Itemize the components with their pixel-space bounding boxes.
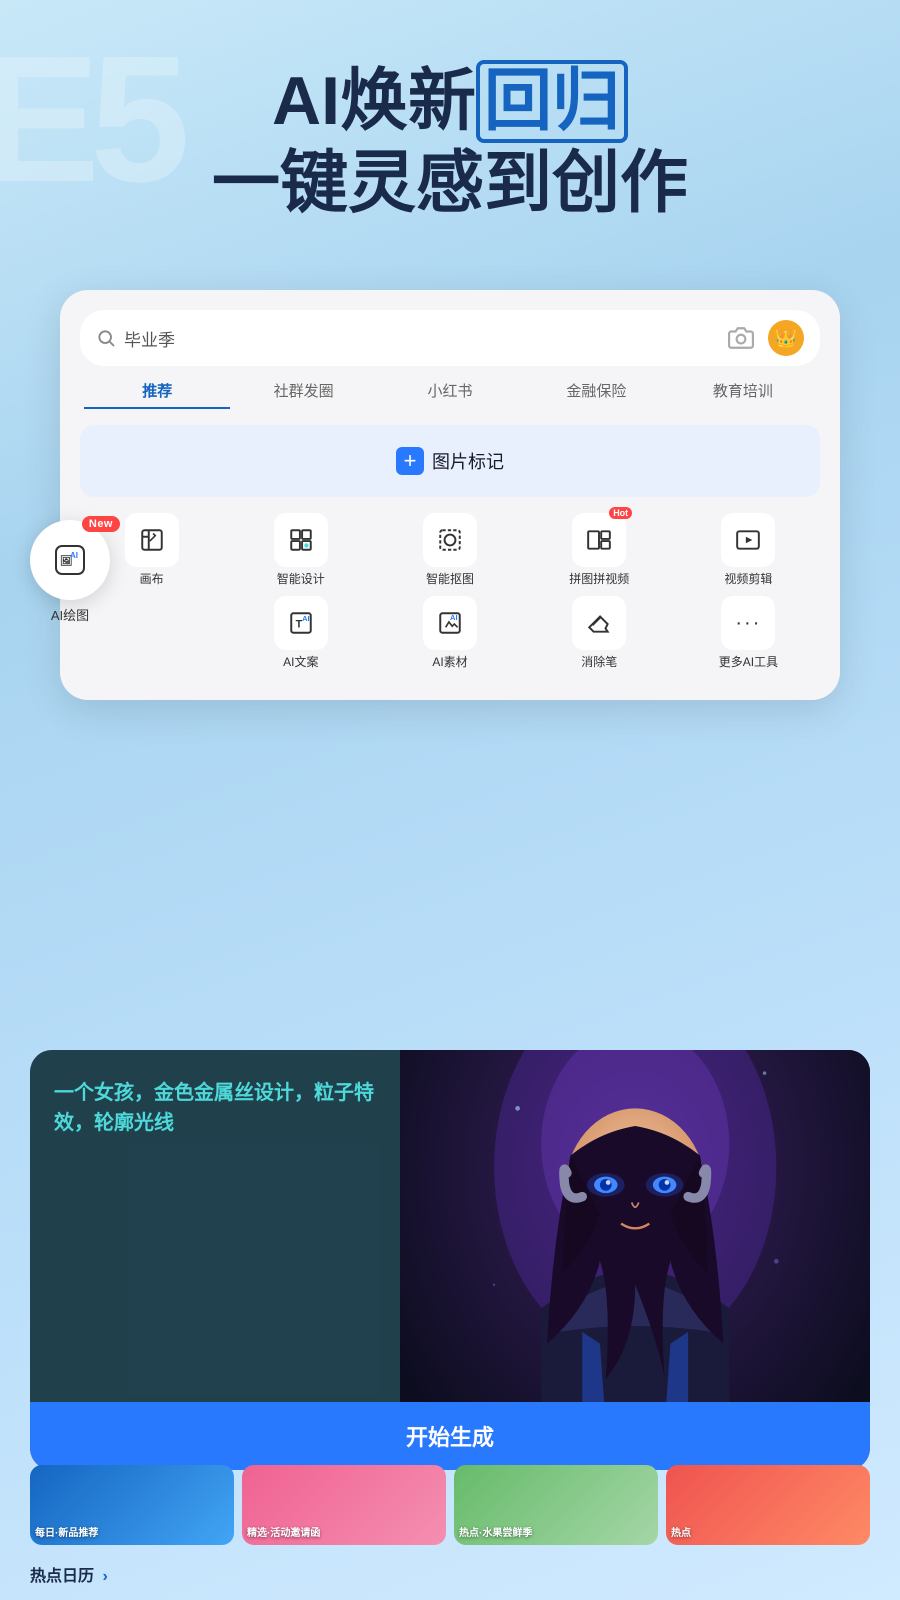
thumb-daily[interactable]: 每日·新品推荐 [30, 1465, 234, 1545]
tool-video-edit[interactable]: 视频剪辑 [677, 513, 820, 586]
tool-more-ai-icon: ··· [721, 596, 775, 650]
tab-social[interactable]: 社群发圈 [230, 380, 376, 409]
banner-plus-icon: + [396, 447, 424, 475]
hot-badge: Hot [609, 507, 632, 519]
tool-smart-cutout[interactable]: 智能抠图 [378, 513, 521, 586]
new-badge: New [82, 516, 120, 532]
tool-ai-material-icon: AI [423, 596, 477, 650]
tool-ai-text[interactable]: T AI AI文案 [229, 596, 372, 669]
app-card: 毕业季 👑 推荐 社群发圈 小红书 金融保险 教育培训 + 图片标记 [60, 290, 840, 700]
ai-draw-float[interactable]: 🖼 AI New AI绘图 [30, 520, 110, 624]
tab-recommend[interactable]: 推荐 [84, 380, 230, 409]
tool-smart-design[interactable]: 智能设计 [229, 513, 372, 586]
prompt-text: 一个女孩，金色金属丝设计，粒子特效，轮廓光线 [54, 1078, 380, 1138]
tool-ai-text-label: AI文案 [283, 655, 318, 669]
search-input[interactable]: 毕业季 [124, 326, 728, 351]
tool-ai-material-label: AI素材 [432, 655, 467, 669]
dark-card: 一个女孩，金色金属丝设计，粒子特效，轮廓光线 [30, 1050, 870, 1470]
hot-calendar-text: 热点日历 › [30, 1568, 108, 1585]
thumb-hot[interactable]: 热点 [666, 1465, 870, 1545]
tool-eraser[interactable]: 消除笔 [528, 596, 671, 669]
svg-text:AI: AI [70, 551, 78, 560]
tool-collage-video-icon: Hot [572, 513, 626, 567]
tool-eraser-label: 消除笔 [581, 655, 617, 669]
banner-text: 图片标记 [432, 448, 504, 474]
tabs-row: 推荐 社群发圈 小红书 金融保险 教育培训 [80, 380, 820, 409]
dark-card-right [400, 1050, 870, 1402]
hero-section: AI焕新回归 一键灵感到创作 [0, 60, 900, 224]
tool-more-ai[interactable]: ··· 更多AI工具 [677, 596, 820, 669]
tool-video-edit-label: 视频剪辑 [724, 572, 772, 586]
hero-highlight: 回归 [476, 60, 628, 143]
tool-smart-cutout-icon [423, 513, 477, 567]
hot-calendar-arrow: › [102, 1568, 107, 1585]
hot-calendar[interactable]: 热点日历 › [30, 1562, 108, 1586]
crown-icon: 👑 [775, 328, 797, 349]
tool-more-ai-label: 更多AI工具 [719, 655, 778, 669]
tool-video-edit-icon [721, 513, 775, 567]
thumb-event-label: 精选·活动邀请函 [247, 1527, 441, 1540]
thumb-daily-label: 每日·新品推荐 [35, 1527, 229, 1540]
tab-finance[interactable]: 金融保险 [523, 380, 669, 409]
ai-girl-svg [400, 1050, 870, 1402]
thumbnail-row: 每日·新品推荐 精选·活动邀请函 热点·水果尝鲜季 热点 [30, 1465, 870, 1545]
hero-title-line1: AI焕新回归 [0, 60, 900, 143]
dark-card-left: 一个女孩，金色金属丝设计，粒子特效，轮廓光线 [30, 1050, 400, 1402]
tool-smart-cutout-label: 智能抠图 [426, 572, 474, 586]
thumb-event[interactable]: 精选·活动邀请函 [242, 1465, 446, 1545]
tool-eraser-icon [572, 596, 626, 650]
tool-ai-text-icon: T AI [274, 596, 328, 650]
svg-text:AI: AI [302, 614, 310, 623]
search-icon [96, 328, 116, 348]
tool-smart-design-icon [274, 513, 328, 567]
camera-icon[interactable] [728, 325, 754, 351]
hero-title-line2: 一键灵感到创作 [0, 143, 900, 225]
thumb-fruit-label: 热点·水果尝鲜季 [459, 1527, 653, 1540]
tool-canvas-label: 画布 [140, 572, 164, 586]
search-bar[interactable]: 毕业季 👑 [80, 310, 820, 366]
tool-grid: 画布 智能设计 智能抠图 [80, 513, 820, 670]
tool-smart-design-label: 智能设计 [277, 572, 325, 586]
generate-button[interactable]: 开始生成 [30, 1402, 870, 1470]
ai-girl-image [400, 1050, 870, 1402]
tool-canvas-icon [125, 513, 179, 567]
banner-area[interactable]: + 图片标记 [80, 425, 820, 497]
crown-badge[interactable]: 👑 [768, 320, 804, 356]
tool-ai-material[interactable]: AI AI素材 [378, 596, 521, 669]
tab-education[interactable]: 教育培训 [670, 380, 816, 409]
dark-card-content: 一个女孩，金色金属丝设计，粒子特效，轮廓光线 [30, 1050, 870, 1402]
svg-text:AI: AI [450, 613, 458, 622]
tab-xiaohongshu[interactable]: 小红书 [377, 380, 523, 409]
thumb-hot-label: 热点 [671, 1527, 865, 1540]
tool-collage-label: 拼图拼视频 [569, 572, 629, 586]
tool-collage-video[interactable]: Hot 拼图拼视频 [528, 513, 671, 586]
ai-draw-label: AI绘图 [51, 605, 89, 624]
thumb-fruit[interactable]: 热点·水果尝鲜季 [454, 1465, 658, 1545]
ai-draw-circle: 🖼 AI New [30, 520, 110, 600]
